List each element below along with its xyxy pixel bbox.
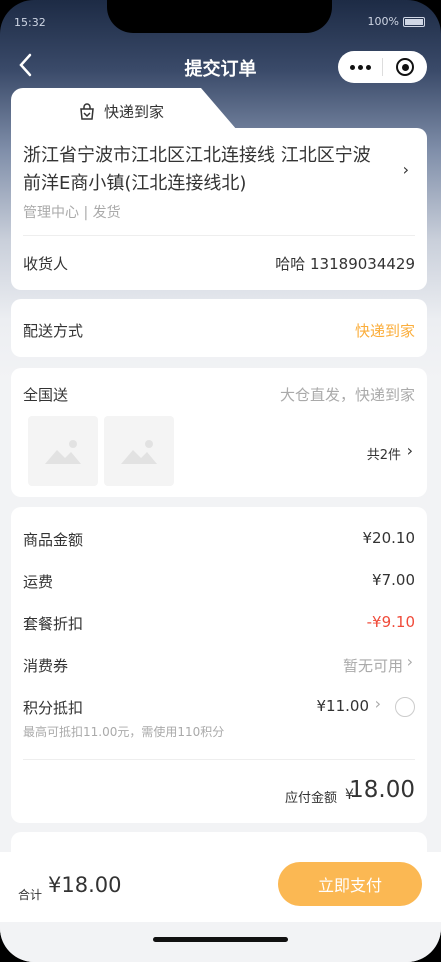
receiver-label: 收货人 (23, 255, 69, 273)
product-thumbnail[interactable] (28, 416, 98, 486)
payable-value: 18.00 (349, 777, 415, 803)
goods-amount-value: ¥20.10 (362, 529, 416, 547)
bottom-bar: 合计 ¥18.00 立即支付 (0, 852, 441, 922)
status-time: 15:32 (14, 16, 46, 29)
coupon-value[interactable]: 暂无可用 (343, 655, 403, 676)
delivery-method-value: 快递到家 (354, 322, 415, 340)
total-label: 合计 (18, 888, 43, 902)
payable-label: 应付金额 (285, 791, 338, 806)
nav-bar: 提交订单 (0, 50, 441, 84)
discount-value: -¥9.10 (366, 613, 415, 631)
address-card[interactable]: 浙江省宁波市江北区江北连接线 江北区宁波前洋E商小镇(江北连接线北) › 管理中… (11, 128, 427, 290)
points-value: ¥11.00 (316, 697, 370, 715)
points-radio[interactable] (395, 697, 415, 717)
group-name: 全国送 (23, 386, 69, 404)
more-icon[interactable] (338, 64, 382, 70)
delivery-method-card[interactable]: 配送方式 快递到家 (11, 299, 427, 357)
group-desc: 大仓直发，快递到家 (279, 386, 415, 404)
divider (23, 235, 415, 236)
coupon-label: 消费券 (23, 657, 69, 675)
pay-button[interactable]: 立即支付 (278, 862, 422, 906)
goods-group-card: 全国送 大仓直发，快递到家 共2件 › (11, 368, 427, 497)
mini-program-capsule (338, 51, 427, 83)
home-area (0, 922, 441, 962)
discount-label: 套餐折扣 (23, 615, 84, 633)
close-mini-program-icon[interactable] (383, 58, 427, 76)
chevron-right-icon: › (402, 160, 409, 179)
status-battery: 100% (368, 15, 425, 28)
phone-screen: 15:32 100% 提交订单 快递到家 浙江省宁波市江北区江北连接线 江北区宁… (0, 0, 441, 962)
shopping-bag-icon (80, 102, 94, 120)
points-label: 积分抵扣 (23, 699, 84, 717)
battery-icon (403, 16, 425, 27)
image-placeholder-icon (121, 440, 157, 464)
goods-amount-label: 商品金额 (23, 531, 84, 549)
freight-label: 运费 (23, 573, 54, 591)
delivery-tab-content: 快递到家 (78, 101, 164, 122)
total-value: ¥18.00 (48, 873, 122, 897)
image-placeholder-icon (45, 440, 81, 464)
chevron-right-icon: › (406, 652, 413, 671)
address-sub: 管理中心 | 发货 (23, 205, 121, 221)
amount-card: 商品金额 ¥20.10 运费 ¥7.00 套餐折扣 -¥9.10 消费券 暂无可… (11, 507, 427, 823)
delivery-tab-label: 快递到家 (104, 103, 165, 121)
chevron-right-icon: › (406, 441, 413, 460)
freight-value: ¥7.00 (372, 571, 415, 589)
notch (107, 0, 332, 33)
points-note: 最高可抵扣11.00元，需使用110积分 (23, 725, 225, 739)
delivery-method-label: 配送方式 (23, 322, 84, 340)
receiver-value: 哈哈 13189034429 (275, 255, 415, 273)
goods-count[interactable]: 共2件 (367, 444, 401, 463)
chevron-right-icon: › (374, 694, 381, 713)
address-text: 浙江省宁波市江北区江北连接线 江北区宁波前洋E商小镇(江北连接线北) (23, 145, 371, 194)
home-indicator[interactable] (153, 937, 288, 942)
divider (23, 759, 415, 760)
battery-percent: 100% (367, 15, 399, 28)
product-thumbnail[interactable] (104, 416, 174, 486)
